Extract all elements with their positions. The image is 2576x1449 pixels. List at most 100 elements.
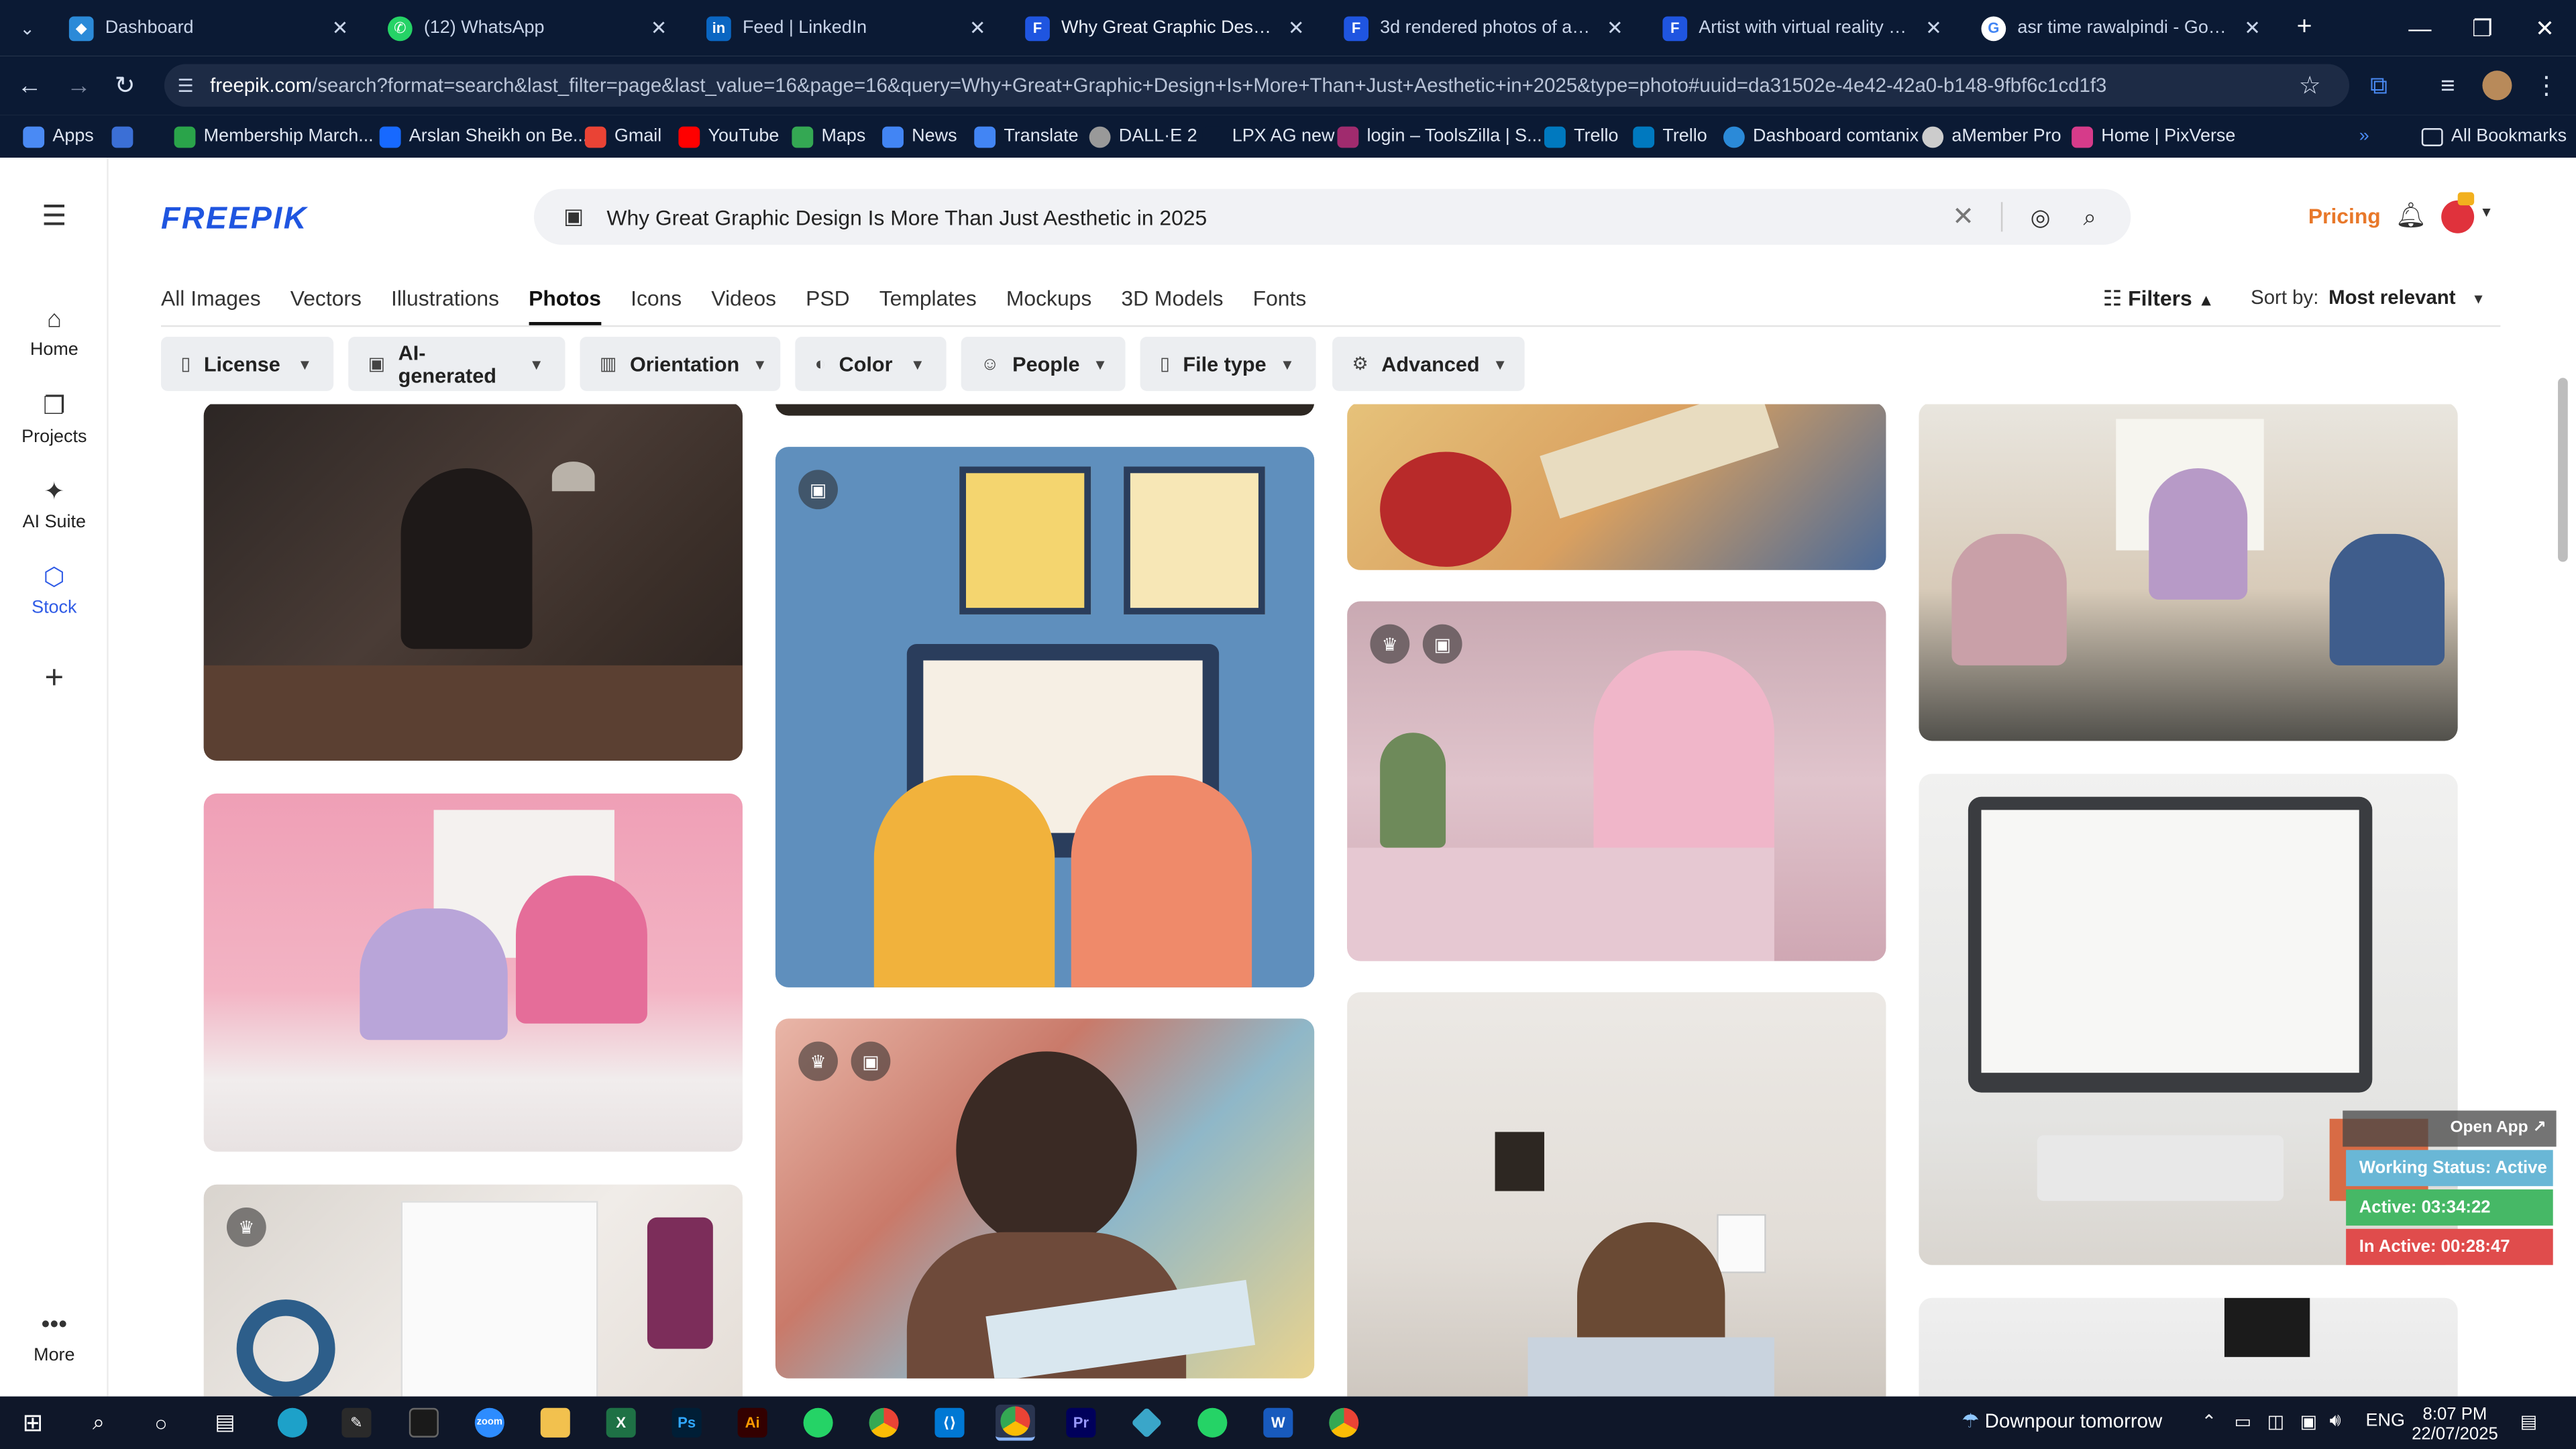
tray-app-icon[interactable]: ◫ <box>2267 1411 2284 1432</box>
system-clock[interactable]: 8:07 PM 22/07/2025 <box>2412 1405 2498 1444</box>
rail-item-more[interactable]: ••• More <box>0 1311 109 1365</box>
back-button[interactable]: ← <box>13 69 46 102</box>
tab-3d-models[interactable]: 3D Models <box>1121 286 1223 325</box>
filter-ai-generated[interactable]: ▣ AI-generated ▼ <box>348 337 566 391</box>
tab-templates[interactable]: Templates <box>879 286 977 325</box>
search-bar[interactable]: ▣ Why Great Graphic Design Is More Than … <box>533 189 2131 245</box>
browser-tab[interactable]: ◆ Dashboard ✕ <box>56 7 364 50</box>
tab-search-menu[interactable]: ⌄ <box>7 7 46 50</box>
forward-button[interactable]: → <box>62 69 95 102</box>
taskbar-app-active[interactable] <box>996 1404 1035 1441</box>
close-tab-icon[interactable]: ✕ <box>1285 16 1307 39</box>
bookmark-item[interactable]: LPX AG new <box>1202 121 1334 151</box>
network-icon[interactable]: ▣ <box>2300 1411 2317 1432</box>
reload-button[interactable]: ↻ <box>109 69 142 102</box>
bookmark-item[interactable]: Trello <box>1544 121 1619 151</box>
taskbar-app[interactable] <box>1193 1405 1232 1441</box>
bookmark-item[interactable]: login – ToolsZilla | S... <box>1337 121 1542 151</box>
sort-dropdown[interactable]: Sort by: Most relevant ▾ <box>2251 286 2483 309</box>
bookmark-item[interactable]: Trello <box>1633 121 1707 151</box>
bottom-strip-photo[interactable] <box>1919 1297 2458 1397</box>
bookmark-apps[interactable]: Apps <box>23 121 94 151</box>
bookmark-item[interactable]: DALL·E 2 <box>1089 121 1197 151</box>
weather-widget[interactable]: ☂ Downpour tomorrow <box>1962 1409 2162 1432</box>
tab-illustrations[interactable]: Illustrations <box>391 286 499 325</box>
task-view-button[interactable]: ▤ <box>205 1405 245 1441</box>
new-tab-button[interactable]: + <box>2284 7 2323 50</box>
tab-mockups[interactable]: Mockups <box>1006 286 1091 325</box>
taskbar-app[interactable] <box>1127 1405 1167 1441</box>
filters-toggle[interactable]: ☷ Filters ▲ <box>2103 286 2214 312</box>
browser-tab[interactable]: F Artist with virtual reality glasse ✕ <box>1650 7 1958 50</box>
profile-avatar[interactable] <box>2481 69 2514 102</box>
woman-pink-hoodie-photo[interactable]: ♛ ▣ <box>1347 601 1886 961</box>
close-tab-icon[interactable]: ✕ <box>1922 16 1945 39</box>
taskbar-app[interactable] <box>864 1405 904 1441</box>
filter-file-type[interactable]: ▯ File type ▼ <box>1140 337 1316 391</box>
camera-search-icon[interactable]: ◎ <box>2016 203 2065 231</box>
cortana-button[interactable]: ○ <box>142 1405 181 1441</box>
browser-menu-icon[interactable]: ⋮ <box>2530 69 2563 102</box>
clear-search-icon[interactable]: ✕ <box>1939 201 1988 233</box>
browser-tab[interactable]: G asr time rawalpindi - Google Se ✕ <box>1968 7 2277 50</box>
all-bookmarks[interactable]: All Bookmarks <box>2421 121 2567 151</box>
taskbar-app[interactable]: Pr <box>1061 1405 1101 1441</box>
bookmark-item[interactable]: Membership March... <box>174 121 374 151</box>
close-tab-icon[interactable]: ✕ <box>2241 16 2263 39</box>
site-info-icon[interactable]: ☰ <box>177 74 193 96</box>
search-icon[interactable]: ⌕ <box>2065 203 2114 231</box>
bookmark-item[interactable]: Dashboard comtanix <box>1723 121 1919 151</box>
media-control-icon[interactable]: ≡ <box>2431 69 2464 102</box>
couple-pink-office-photo[interactable] <box>203 793 743 1152</box>
tab-psd[interactable]: PSD <box>806 286 849 325</box>
taskbar-app[interactable]: ⟨⟩ <box>930 1405 969 1441</box>
search-input[interactable]: Why Great Graphic Design Is More Than Ju… <box>606 205 1938 229</box>
bookmark-item[interactable]: Arslan Sheikh on Be... <box>379 121 588 151</box>
language-indicator[interactable]: ENG <box>2366 1411 2405 1431</box>
close-tab-icon[interactable]: ✕ <box>329 16 352 39</box>
woman-drawing-desk-lamp-photo[interactable] <box>203 404 743 761</box>
bookmark-item[interactable]: aMember Pro <box>1922 121 2061 151</box>
extensions-icon[interactable]: ⧉ <box>2363 69 2396 102</box>
taskbar-app[interactable] <box>404 1405 443 1441</box>
tray-app-icon[interactable]: ▭ <box>2235 1411 2251 1432</box>
url-bar[interactable]: ☰ freepik.com/search?format=search&last_… <box>164 64 2350 107</box>
bookmark-item[interactable]: Maps <box>792 121 865 151</box>
bookmark-item[interactable]: Home | PixVerse <box>2072 121 2235 151</box>
taskbar-app[interactable] <box>1324 1405 1364 1441</box>
tray-overflow-icon[interactable]: ⌃ <box>2202 1411 2217 1432</box>
taskbar-app[interactable]: zoom <box>470 1405 509 1441</box>
taskbar-app[interactable] <box>798 1405 838 1441</box>
restore-button[interactable]: ❐ <box>2451 0 2514 56</box>
rail-item-stock[interactable]: ⬡ Stock <box>0 562 109 618</box>
volume-icon[interactable]: 🔊︎ <box>2330 1411 2341 1433</box>
more-bookmarks-icon[interactable]: » <box>2359 121 2369 151</box>
tab-icons[interactable]: Icons <box>631 286 682 325</box>
taskbar-app[interactable]: Ps <box>667 1405 706 1441</box>
filter-license[interactable]: ▯ License ▼ <box>161 337 334 391</box>
rail-item-ai-suite[interactable]: ✦ AI Suite <box>0 476 109 533</box>
taskbar-app[interactable]: Ai <box>733 1405 772 1441</box>
filter-color[interactable]: ◐ Color ▼ <box>795 337 947 391</box>
chevron-down-icon[interactable]: ▾ <box>2482 204 2490 222</box>
filter-orientation[interactable]: ▥ Orientation ▼ <box>580 337 781 391</box>
start-button[interactable]: ⊞ <box>13 1405 53 1441</box>
taskbar-app[interactable] <box>535 1405 575 1441</box>
notifications-icon[interactable]: ▤ <box>2520 1411 2537 1432</box>
notifications-bell-icon[interactable]: 🔔︎ <box>2396 201 2427 230</box>
close-tab-icon[interactable]: ✕ <box>966 16 989 39</box>
tab-all-images[interactable]: All Images <box>161 286 261 325</box>
browser-tab[interactable]: ✆ (12) WhatsApp ✕ <box>374 7 683 50</box>
minimize-button[interactable]: — <box>2389 0 2451 56</box>
bookmark-item[interactable]: News <box>882 121 957 151</box>
filter-people[interactable]: ☺ People ▼ <box>961 337 1126 391</box>
bookmark-item[interactable]: YouTube <box>678 121 779 151</box>
close-tab-icon[interactable]: ✕ <box>647 16 670 39</box>
rail-item-add[interactable]: + <box>0 660 109 698</box>
tab-fonts[interactable]: Fonts <box>1253 286 1307 325</box>
bookmark-grid[interactable] <box>111 121 133 151</box>
open-app-button[interactable]: Open App ↗ <box>2343 1110 2557 1147</box>
browser-tab[interactable]: in Feed | LinkedIn ✕ <box>693 7 1002 50</box>
rail-menu[interactable]: ☰ <box>0 201 109 233</box>
bookmark-star-icon[interactable]: ☆ <box>2294 69 2326 102</box>
